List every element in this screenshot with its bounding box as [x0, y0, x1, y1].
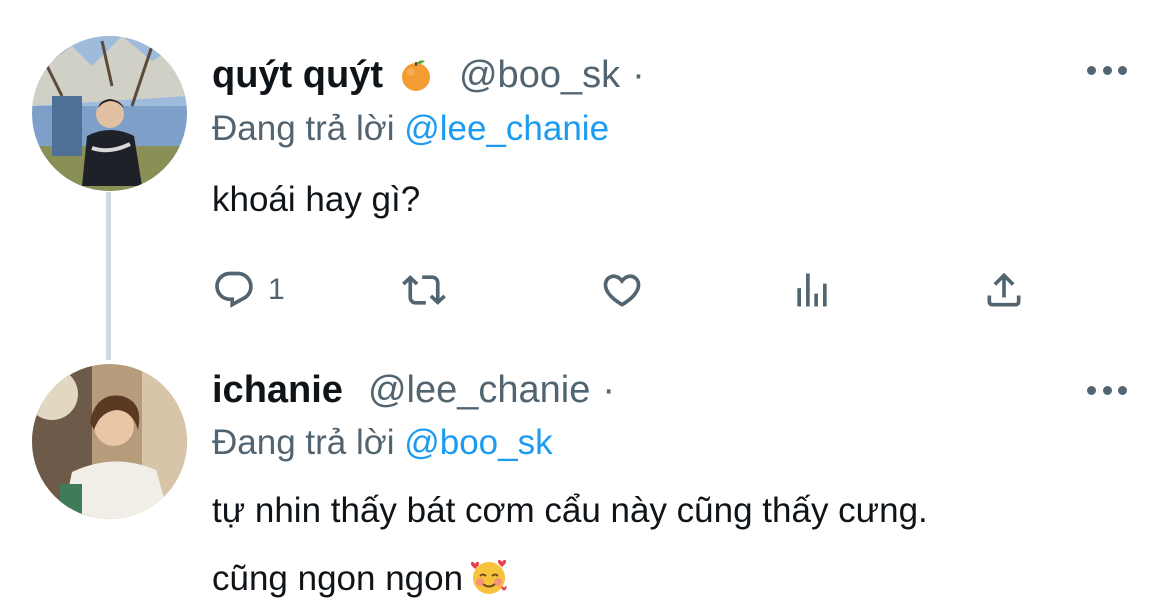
tweet-text: tự nhin thấy bát cơm cẩu này cũng thấy c… — [212, 477, 928, 611]
share-button[interactable] — [982, 265, 1026, 315]
more-options-icon[interactable] — [1087, 384, 1127, 396]
share-icon — [987, 272, 1021, 307]
retweet-button[interactable] — [402, 265, 446, 315]
retweet-icon — [402, 275, 446, 305]
display-name[interactable]: quýt quýt — [212, 54, 383, 97]
handle[interactable]: @boo_sk — [459, 54, 620, 97]
avatar[interactable] — [32, 364, 187, 519]
tweet-text: khoái hay gì? — [212, 180, 421, 219]
mention-link[interactable]: @lee_chanie — [404, 109, 609, 148]
replying-to: Đang trả lời @boo_sk — [212, 423, 553, 467]
avatar[interactable] — [32, 36, 187, 191]
avatar-photo — [32, 36, 187, 191]
reply-count: 1 — [268, 273, 285, 306]
tweet-header: ichanie @lee_chanie · — [212, 365, 615, 415]
tweet-text-line: cũng ngon ngon — [212, 545, 928, 611]
views-button[interactable] — [790, 265, 834, 315]
tweet[interactable]: quýt quýt @boo_sk · Đang trả lời @lee_ch… — [0, 0, 1170, 360]
analytics-icon — [797, 273, 827, 307]
mention-link[interactable]: @boo_sk — [404, 423, 552, 462]
thread-connector-line — [106, 192, 111, 360]
tweet-header: quýt quýt @boo_sk · — [212, 50, 645, 100]
tweet-text-fragment: cũng ngon ngon — [212, 559, 464, 598]
display-name[interactable]: ichanie — [212, 369, 343, 412]
replying-to: Đang trả lời @lee_chanie — [212, 109, 609, 153]
like-button[interactable] — [600, 265, 644, 315]
reply-button[interactable]: 1 — [212, 265, 285, 315]
avatar-photo — [32, 364, 187, 519]
orange-emoji — [399, 58, 433, 92]
replying-to-label: Đang trả lời — [212, 423, 395, 462]
replying-to-label: Đang trả lời — [212, 109, 395, 148]
handle[interactable]: @lee_chanie — [368, 369, 590, 412]
reply-thread: quýt quýt @boo_sk · Đang trả lời @lee_ch… — [0, 0, 1170, 611]
comment-icon — [215, 271, 253, 308]
separator-dot: · — [602, 368, 616, 411]
more-options-icon[interactable] — [1087, 64, 1127, 76]
heart-icon — [603, 274, 641, 307]
separator-dot: · — [632, 53, 645, 96]
tweet[interactable]: ichanie @lee_chanie · Đang trả lời @boo_… — [0, 360, 1170, 611]
smiling-face-with-hearts-emoji — [469, 551, 509, 594]
tweet-text-line: tự nhin thấy bát cơm cẩu này cũng thấy c… — [212, 491, 928, 530]
